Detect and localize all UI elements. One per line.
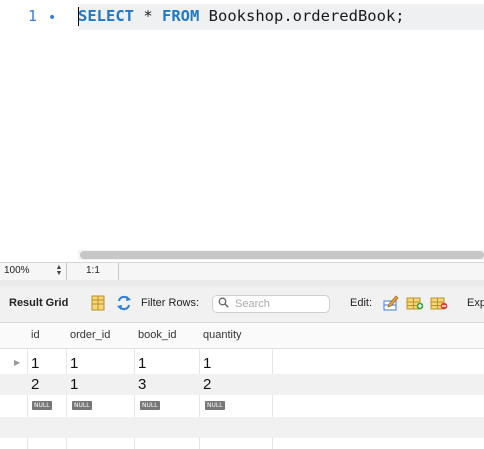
cell-quantity[interactable]: 1 [203,355,211,372]
filter-search-box[interactable] [212,295,330,313]
result-grid: id order_id book_id quantity ▶ 1 1 1 1 2… [0,323,484,449]
statement-marker: • [48,10,57,26]
cell-book-id[interactable]: 3 [138,376,146,393]
sql-editor[interactable]: 1 • SELECT * FROM Bookshop.orderedBook; [0,0,484,262]
grid-header-row: id order_id book_id quantity [0,323,484,349]
search-icon [218,297,229,311]
empty-row [0,417,484,438]
horizontal-scrollbar-thumb[interactable] [80,251,484,259]
zoom-stepper-icon[interactable]: ▲ ▼ [55,264,63,277]
null-badge[interactable]: NULL [205,401,225,410]
column-header-quantity[interactable]: quantity [203,329,242,341]
cell-id[interactable]: 1 [31,355,39,372]
filter-search-input[interactable] [235,297,325,310]
export-label[interactable]: Exp [467,297,484,309]
refresh-icon[interactable] [116,295,132,311]
column-header-id[interactable]: id [31,329,40,341]
result-grid-label[interactable]: Result Grid [9,297,68,309]
result-toolbar: Result Grid Filter Rows: Edit: [0,286,484,323]
status-divider [118,263,119,280]
current-row-arrow-icon: ▶ [14,358,21,367]
filter-rows-label: Filter Rows: [141,297,200,309]
keyword-select: SELECT [78,7,134,25]
editor-status-bar: 100% ▲ ▼ 1:1 [0,262,484,281]
edit-label: Edit: [350,297,373,309]
insert-row-icon[interactable] [406,295,424,311]
table-row[interactable]: 2 1 3 2 [0,374,484,395]
column-header-order-id[interactable]: order_id [70,329,110,341]
cell-order-id[interactable]: 1 [70,376,78,393]
zoom-value: 100% [4,265,30,276]
edit-row-icon[interactable] [383,295,399,311]
null-badge[interactable]: NULL [140,401,160,410]
keyword-from: FROM [162,7,200,25]
sql-statement[interactable]: SELECT * FROM Bookshop.orderedBook; [78,7,405,25]
zoom-control[interactable]: 100% ▲ ▼ [0,263,67,280]
null-badge[interactable]: NULL [72,401,92,410]
text-caret [78,7,79,26]
delete-row-icon[interactable] [430,295,448,311]
table-row[interactable]: ▶ 1 1 1 1 [0,353,484,374]
grid-view-icon[interactable] [90,295,106,311]
cell-quantity[interactable]: 2 [203,376,211,393]
cell-id[interactable]: 2 [31,376,39,393]
table-reference: Bookshop.orderedBook; [199,7,405,25]
new-row-placeholder[interactable]: NULL NULL NULL NULL [0,396,484,417]
cursor-position: 1:1 [86,265,100,276]
null-badge[interactable]: NULL [32,401,52,410]
line-gutter [0,0,72,262]
cell-order-id[interactable]: 1 [70,355,78,372]
cell-book-id[interactable]: 1 [138,355,146,372]
column-header-book-id[interactable]: book_id [138,329,177,341]
select-star: * [134,7,162,25]
line-number: 1 [28,7,38,25]
